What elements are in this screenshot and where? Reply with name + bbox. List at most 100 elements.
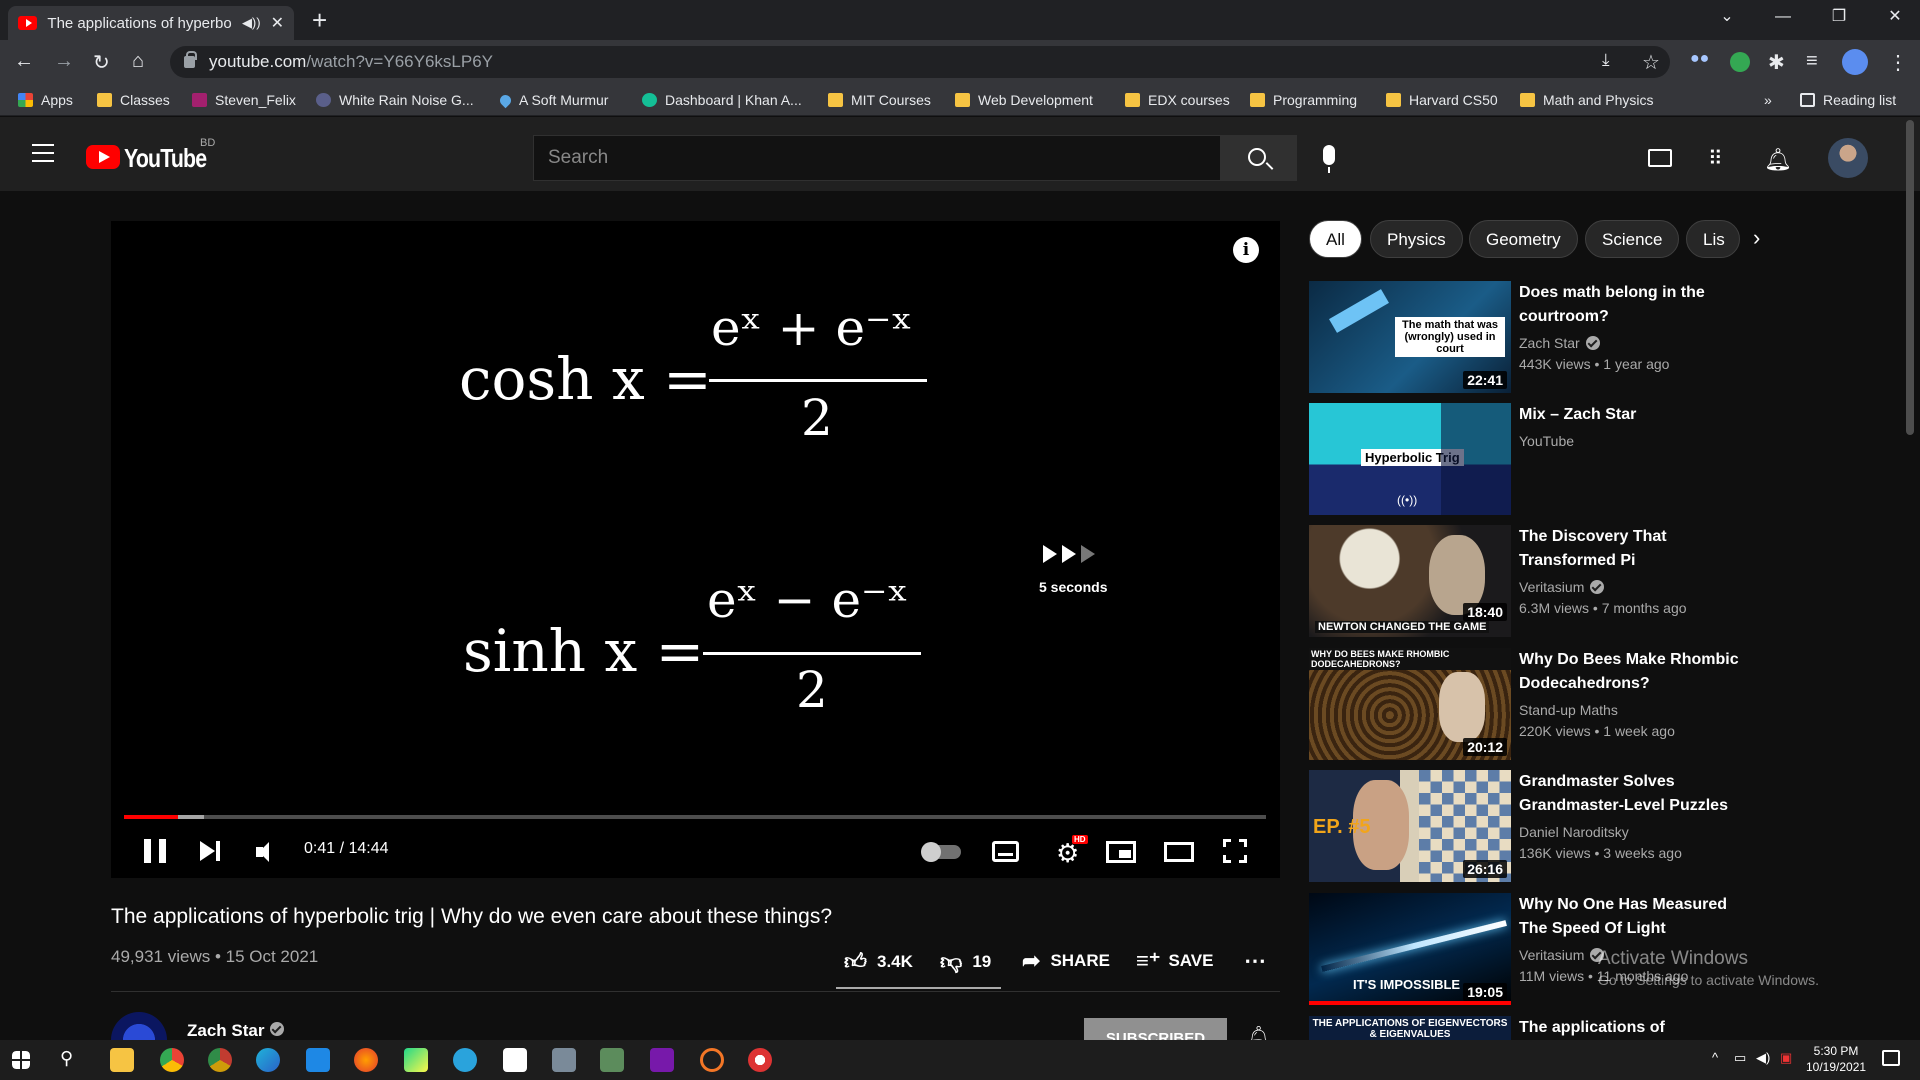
chip-physics[interactable]: Physics — [1370, 220, 1463, 258]
more-actions-icon[interactable]: ⋯ — [1244, 948, 1266, 974]
chrome-icon[interactable] — [160, 1048, 184, 1072]
chrome-profile-icon[interactable] — [208, 1048, 232, 1072]
bookmark-folder-mit[interactable]: MIT Courses — [828, 92, 931, 108]
action-center-icon[interactable] — [1882, 1050, 1900, 1066]
search-button[interactable] — [1221, 135, 1297, 181]
bookmark-folder-cs50[interactable]: Harvard CS50 — [1386, 92, 1498, 108]
recommendation-item[interactable]: EP. #5 26:16 Grandmaster Solves Grandmas… — [1309, 770, 1728, 882]
like-button[interactable]: 👍︎ 3.4K — [844, 948, 913, 975]
profile-avatar-icon[interactable] — [1842, 49, 1868, 75]
close-window-button[interactable]: ✕ — [1866, 0, 1920, 36]
tray-overflow-icon[interactable]: ^ — [1712, 1050, 1718, 1065]
dislike-button[interactable]: 👎︎ 19 — [940, 948, 991, 975]
fullscreen-button[interactable] — [1223, 839, 1247, 863]
network-icon[interactable]: ▭ — [1734, 1050, 1746, 1066]
notifications-bell-icon[interactable]: 🔔︎ — [1764, 147, 1792, 173]
address-bar[interactable]: youtube.com/watch?v=Y66Y6ksLP6Y — [170, 46, 1670, 78]
youtube-logo-icon[interactable] — [86, 145, 120, 169]
install-app-icon[interactable]: ⤓ — [1602, 50, 1610, 70]
antivirus-tray-icon[interactable]: ▣ — [1780, 1050, 1792, 1066]
extension-glasses-icon[interactable]: ●● — [1690, 50, 1709, 68]
video-player[interactable]: cosh x = eˣ + e⁻ˣ 2 sinh x = eˣ − e⁻ˣ 2 … — [111, 221, 1280, 878]
video-thumbnail[interactable]: WHY DO BEES MAKE RHOMBIC DODECAHEDRONS? … — [1309, 648, 1511, 760]
pycharm-icon[interactable] — [404, 1048, 428, 1072]
account-avatar[interactable] — [1828, 138, 1868, 178]
minimize-button[interactable]: — — [1754, 0, 1812, 36]
video-thumbnail[interactable]: The math that was (wrongly) used in cour… — [1309, 281, 1511, 393]
telegram-icon[interactable] — [453, 1048, 477, 1072]
file-explorer-icon[interactable] — [110, 1048, 134, 1072]
restore-button[interactable]: ❐ — [1810, 0, 1868, 36]
video-thumbnail[interactable]: EP. #5 26:16 — [1309, 770, 1511, 882]
chevron-right-icon[interactable]: › — [1753, 225, 1760, 251]
extensions-puzzle-icon[interactable]: ✱ — [1768, 50, 1785, 75]
close-tab-icon[interactable]: ✕ — [271, 13, 284, 33]
bookmark-folder-edx[interactable]: EDX courses — [1125, 92, 1230, 108]
more-bookmarks-button[interactable]: » — [1764, 92, 1772, 108]
browser-tab-active[interactable]: The applications of hyperbolic ◀)) ✕ — [8, 6, 294, 40]
chip-list[interactable]: Lis — [1686, 220, 1740, 258]
bookmark-folder-programming[interactable]: Programming — [1250, 92, 1357, 108]
hamburger-menu-icon[interactable] — [32, 144, 54, 162]
edge-icon[interactable] — [256, 1048, 280, 1072]
theater-mode-button[interactable] — [1164, 842, 1194, 862]
chip-science[interactable]: Science — [1585, 220, 1680, 258]
create-video-icon[interactable] — [1648, 149, 1672, 167]
pause-button[interactable] — [144, 839, 166, 863]
calculator-icon[interactable] — [600, 1048, 624, 1072]
save-button[interactable]: ≡⁺ SAVE — [1136, 948, 1214, 974]
firefox-icon[interactable] — [354, 1048, 378, 1072]
channel-name[interactable]: Zach Star — [187, 1021, 285, 1041]
bookmark-soft-murmur[interactable]: A Soft Murmur — [497, 92, 608, 108]
bookmark-classes[interactable]: Classes — [97, 92, 170, 108]
audio-playing-icon[interactable]: ◀)) — [242, 15, 261, 31]
search-icon[interactable]: ⚲ — [60, 1048, 84, 1072]
recommendation-item[interactable]: WHY DO BEES MAKE RHOMBIC DODECAHEDRONS? … — [1309, 648, 1739, 760]
recommendation-item[interactable]: The math that was (wrongly) used in cour… — [1309, 281, 1719, 393]
bookmark-folder-webdev[interactable]: Web Development — [955, 92, 1093, 108]
youtube-logo-text[interactable]: YouTube — [124, 143, 207, 174]
video-thumbnail[interactable]: NEWTON CHANGED THE GAME 18:40 — [1309, 525, 1511, 637]
jupyter-icon[interactable] — [700, 1048, 724, 1072]
search-input[interactable]: Search — [533, 135, 1221, 181]
system-clock[interactable]: 5:30 PM 10/19/2021 — [1806, 1043, 1866, 1075]
next-button[interactable] — [200, 840, 222, 862]
recommendation-item[interactable]: THE APPLICATIONS OF EIGENVECTORS & EIGEN… — [1309, 1016, 1719, 1040]
apps-grid-icon[interactable]: ⠿ — [1708, 146, 1723, 171]
bookmark-star-icon[interactable]: ☆ — [1642, 50, 1660, 75]
recommendation-item[interactable]: NEWTON CHANGED THE GAME 18:40 The Discov… — [1309, 525, 1719, 637]
onenote-icon[interactable] — [650, 1048, 674, 1072]
terminal-icon[interactable] — [552, 1048, 576, 1072]
volume-button[interactable] — [256, 842, 280, 862]
back-icon[interactable]: ← — [14, 50, 34, 73]
bookmark-steven-felix[interactable]: Steven_Felix — [192, 92, 296, 108]
bookmark-apps[interactable]: Apps — [18, 92, 73, 108]
autoplay-toggle[interactable] — [921, 842, 961, 862]
forward-icon[interactable]: → — [54, 50, 74, 73]
info-card-icon[interactable]: i — [1233, 237, 1259, 263]
volume-tray-icon[interactable]: ◀) — [1756, 1050, 1770, 1066]
notion-icon[interactable] — [503, 1048, 527, 1072]
reading-list-button[interactable]: Reading list — [1800, 92, 1896, 108]
chip-all[interactable]: All — [1309, 220, 1362, 258]
bookmark-folder-math-physics[interactable]: Math and Physics — [1520, 92, 1654, 108]
new-tab-button[interactable]: + — [312, 6, 327, 34]
bookmark-khan[interactable]: Dashboard | Khan A... — [642, 92, 802, 108]
video-thumbnail[interactable]: THE APPLICATIONS OF EIGENVECTORS & EIGEN… — [1309, 1016, 1511, 1040]
windows-start-icon[interactable] — [12, 1051, 30, 1069]
video-thumbnail[interactable]: IT'S IMPOSSIBLE 19:05 — [1309, 893, 1511, 1005]
page-scrollbar[interactable] — [1906, 120, 1914, 435]
vscode-icon[interactable] — [306, 1048, 330, 1072]
chip-geometry[interactable]: Geometry — [1469, 220, 1578, 258]
subtitles-button[interactable] — [992, 841, 1019, 862]
reload-icon[interactable]: ↻ — [93, 50, 110, 75]
video-thumbnail[interactable]: Hyperbolic Trig ((•)) — [1309, 403, 1511, 515]
tab-search-chevron-icon[interactable]: ⌄ — [1698, 0, 1756, 36]
progress-bar[interactable] — [124, 815, 1266, 819]
miniplayer-button[interactable] — [1106, 841, 1136, 863]
recommendation-item[interactable]: Hyperbolic Trig ((•)) Mix – Zach Star Yo… — [1309, 403, 1719, 515]
media-queue-icon[interactable]: ≡ — [1806, 50, 1818, 73]
share-button[interactable]: ➦ SHARE — [1022, 948, 1110, 974]
voice-search-icon[interactable] — [1323, 145, 1335, 173]
bookmark-white-rain[interactable]: White Rain Noise G... — [316, 92, 474, 108]
